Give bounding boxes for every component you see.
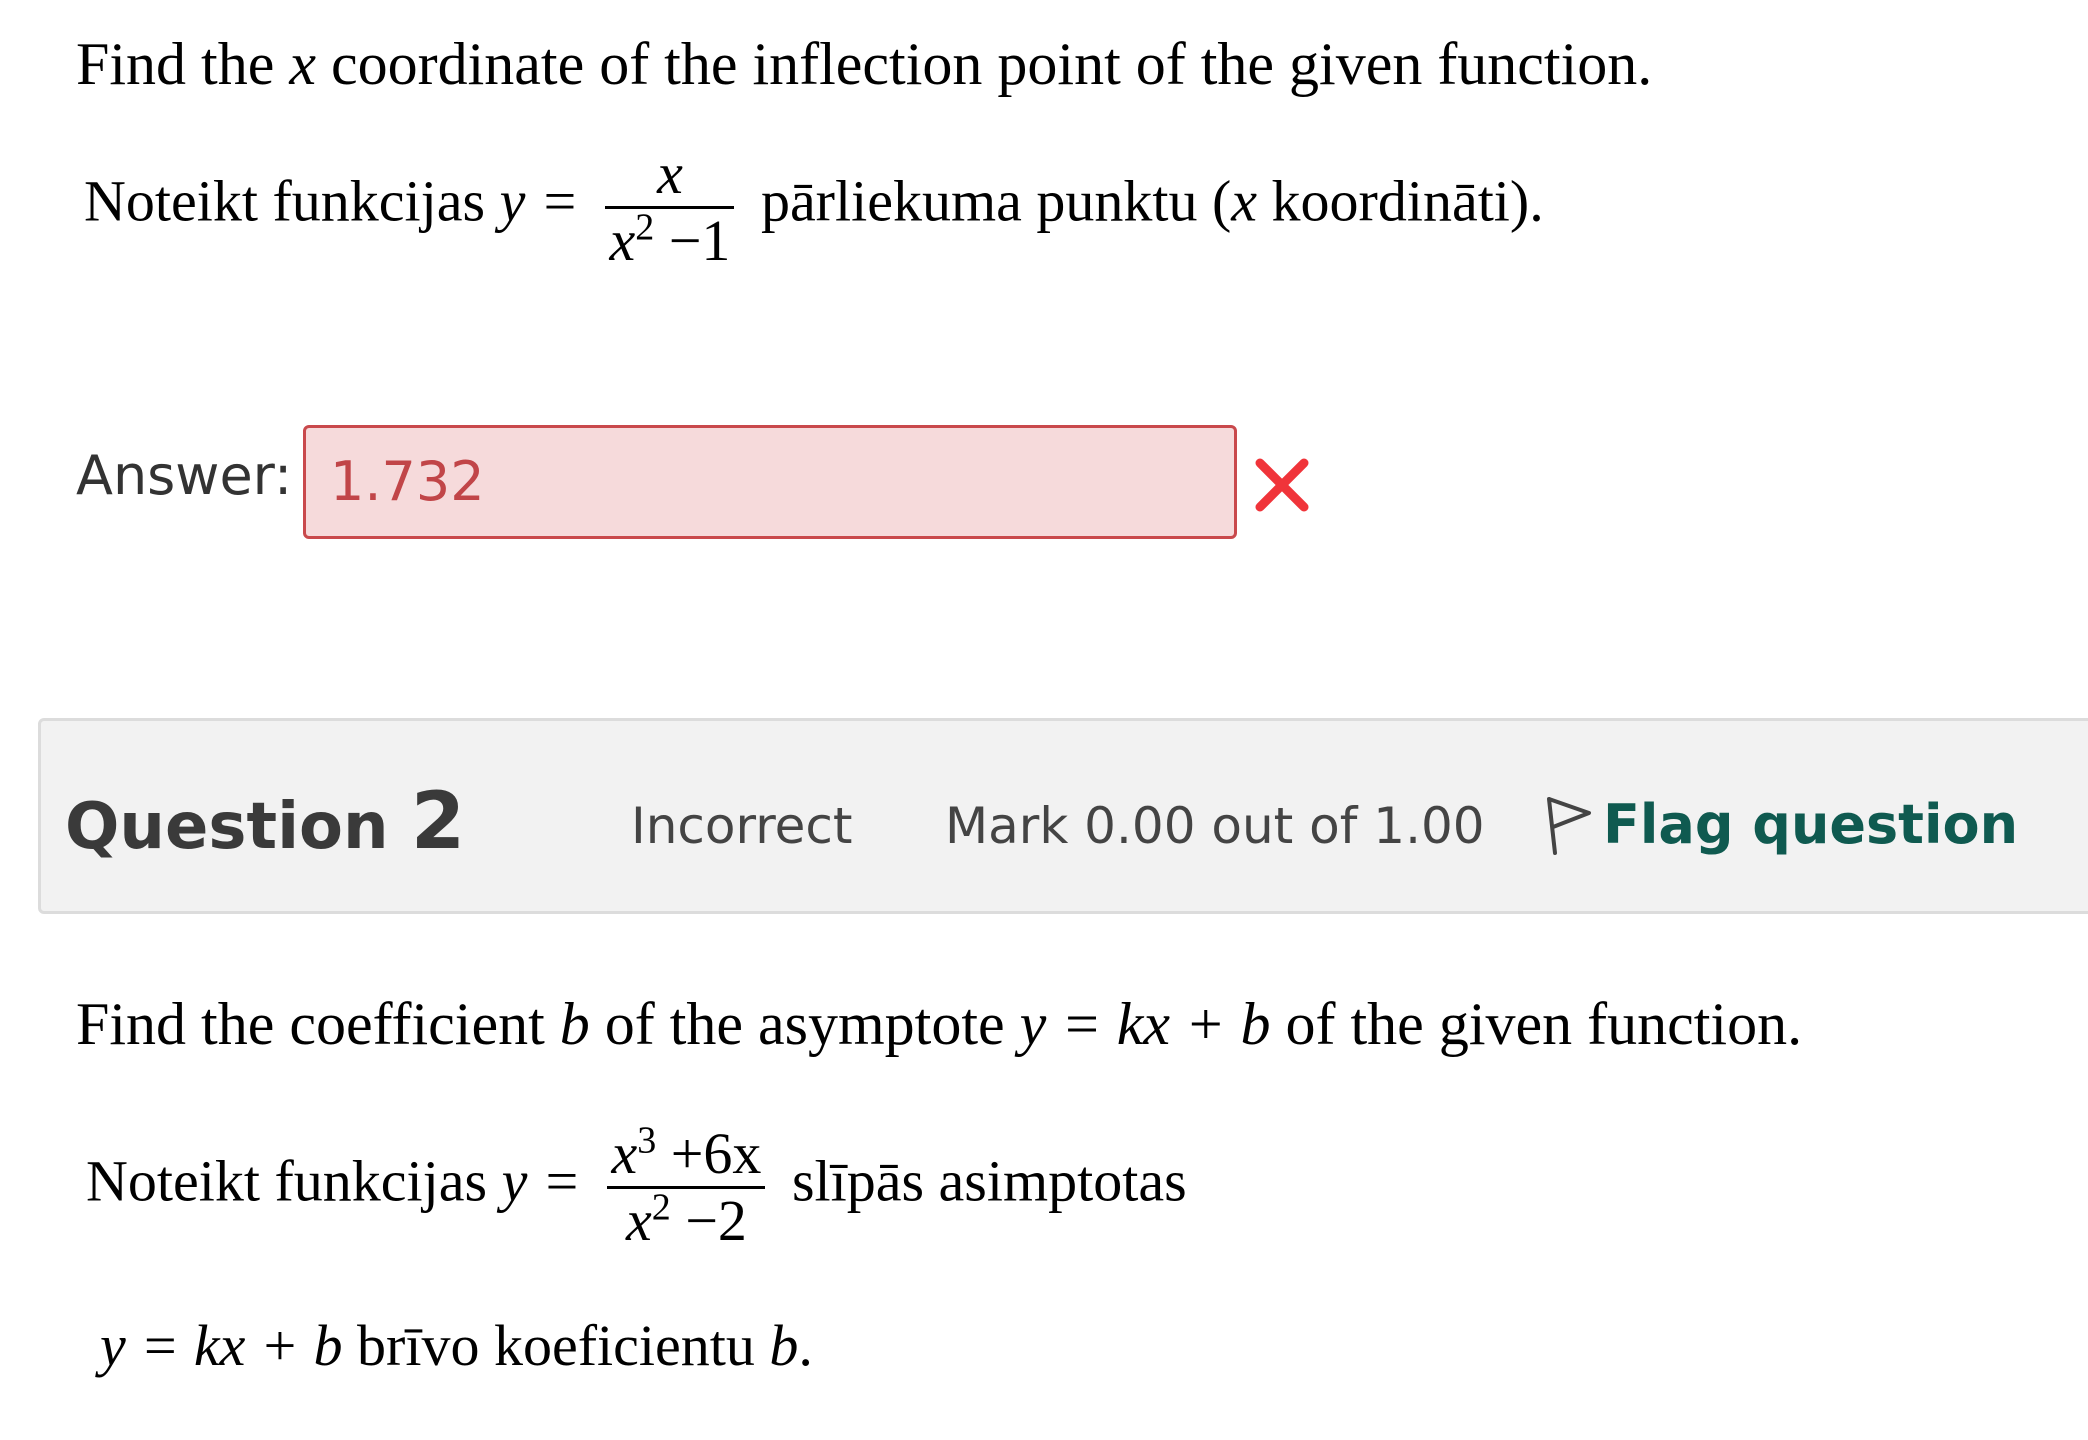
formula-text: . (798, 1313, 813, 1378)
prompt-text: Find the (76, 31, 290, 97)
question-grade: Mark 0.00 out of 1.00 (945, 797, 1485, 855)
fraction: x3 +6x x2 −2 (607, 1119, 766, 1253)
question-state: Incorrect (631, 797, 853, 855)
flag-outline-icon (1547, 797, 1591, 855)
denominator-base: x (625, 1187, 652, 1253)
numerator-text: x (657, 141, 683, 206)
question2-formula-line: Noteikt funkcijas y = x3 +6x x2 −2 slīpā… (86, 1122, 1187, 1253)
prompt-text: of the asymptote (589, 991, 1020, 1057)
question-title: Question 2 (65, 777, 465, 867)
flag-question-link[interactable]: Flag question (1541, 791, 2018, 857)
prompt-formula: y = kx + b (1019, 991, 1271, 1057)
fraction-numerator: x3 +6x (607, 1119, 766, 1189)
prompt-variable: x (289, 31, 316, 97)
fraction-numerator: x (605, 141, 735, 209)
denominator-rest: −1 (654, 207, 731, 273)
prompt-text: coordinate of the inflection point of th… (315, 31, 1653, 97)
answer-label: Answer: (76, 444, 293, 507)
answer-input[interactable]: 1.732 (303, 425, 1237, 539)
prompt-text: Find the coefficient (76, 991, 560, 1057)
formula-lhs: y = (499, 168, 579, 234)
fraction-denominator: x2 −1 (605, 206, 734, 273)
question-title-word: Question (65, 790, 411, 864)
formula-text: Noteikt funkcijas (84, 168, 500, 234)
formula-text: koordināti). (1257, 168, 1544, 234)
denominator-rest: −2 (670, 1187, 747, 1253)
denominator-exponent: 2 (651, 1186, 671, 1229)
question2-formula-line-2: y = kx + b brīvo koeficientu b. (100, 1312, 813, 1379)
flag-question-label[interactable]: Flag question (1603, 793, 2018, 856)
formula-text: pārliekuma punktu ( (760, 168, 1232, 234)
question2-header: Question 2 Incorrect Mark 0.00 out of 1.… (38, 718, 2088, 914)
denominator-base: x (609, 207, 636, 273)
question1-formula-line: Noteikt funkcijas y = x x2 −1 pārliekuma… (84, 142, 1544, 273)
numerator-base: x (611, 1121, 638, 1186)
denominator-exponent: 2 (635, 206, 655, 249)
question2-prompt: Find the coefficient b of the asymptote … (76, 990, 1802, 1059)
formula-variable: x (1231, 168, 1258, 234)
fraction: x x2 −1 (605, 141, 735, 273)
formula-text: slīpās asimptotas (791, 1148, 1187, 1214)
formula-text: brīvo koeficientu (342, 1313, 770, 1378)
numerator-rest: +6x (656, 1121, 762, 1186)
formula-asymptote: y = kx + b (100, 1313, 343, 1378)
fraction-denominator: x2 −2 (607, 1186, 765, 1253)
formula-variable: b (769, 1313, 799, 1378)
prompt-text: of the given function. (1270, 991, 1803, 1057)
numerator-exponent: 3 (637, 1119, 657, 1162)
formula-lhs: y = (501, 1148, 581, 1214)
question-number: 2 (410, 777, 466, 867)
cross-icon (1255, 458, 1309, 512)
formula-text: Noteikt funkcijas (86, 1148, 502, 1214)
prompt-variable: b (559, 991, 590, 1057)
question1-prompt: Find the x coordinate of the inflection … (76, 30, 1652, 99)
